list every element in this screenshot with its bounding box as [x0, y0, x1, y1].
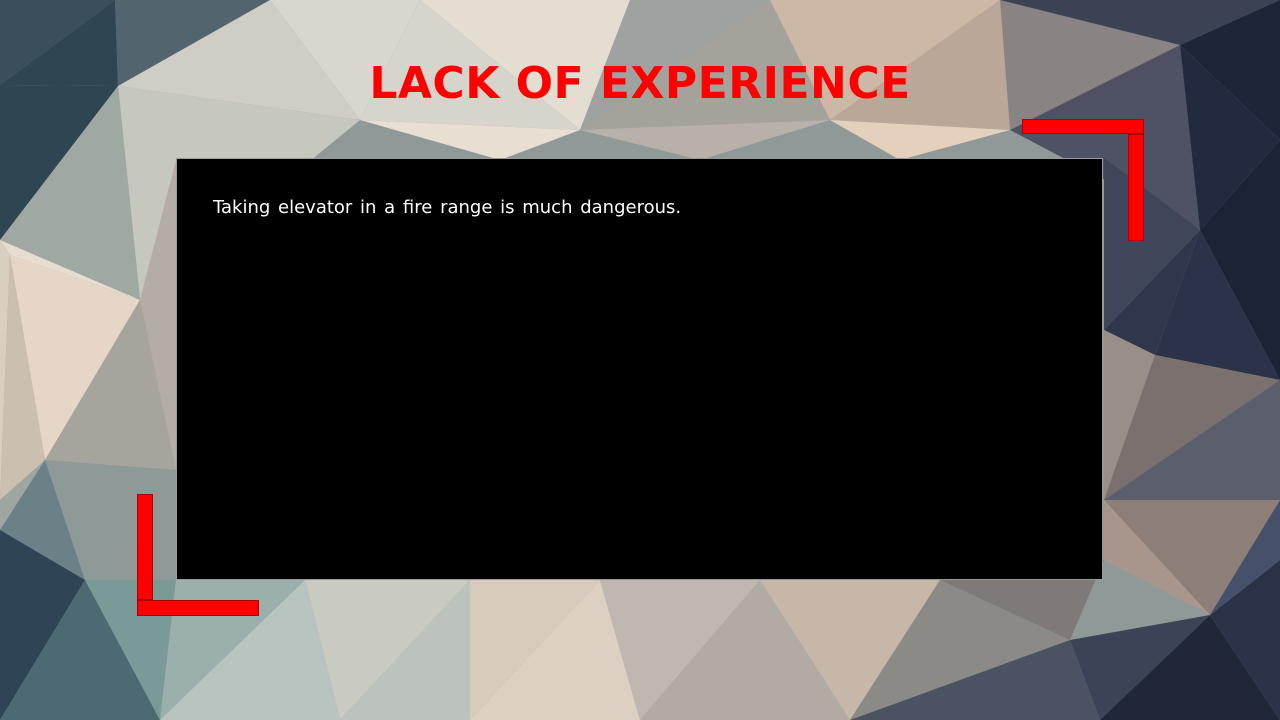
corner-bracket-bottom-left-vertical [137, 494, 153, 600]
content-box: Taking elevator in a fire range is much … [176, 158, 1103, 580]
corner-bracket-top-right-horizontal [1022, 119, 1144, 134]
body-text: Taking elevator in a fire range is much … [213, 197, 682, 218]
slide: LACK OF EXPERIENCE Taking elevator in a … [0, 0, 1280, 720]
corner-bracket-bottom-left-horizontal [137, 600, 259, 616]
slide-title: LACK OF EXPERIENCE [369, 58, 911, 109]
corner-bracket-top-right-vertical [1128, 134, 1144, 241]
